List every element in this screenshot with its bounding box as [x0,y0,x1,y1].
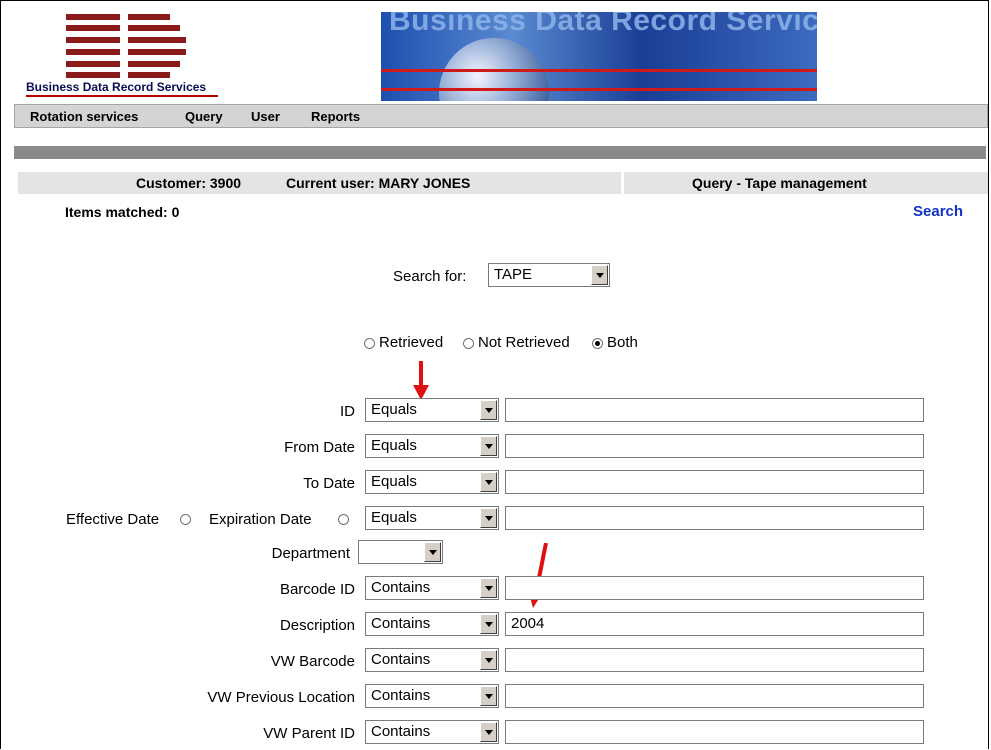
logo-underline [26,95,218,97]
dropdown-arrow-icon[interactable] [480,578,497,598]
barcode-id-input[interactable] [505,576,924,600]
id-operator-select[interactable]: Equals [365,398,499,422]
vw-parent-id-operator-value: Contains [371,723,431,740]
date-type-operator-select[interactable]: Equals [365,506,499,530]
dropdown-arrow-icon[interactable] [480,650,497,670]
to-date-operator-select[interactable]: Equals [365,470,499,494]
barcode-id-operator-select[interactable]: Contains [365,576,499,600]
dropdown-arrow-icon[interactable] [424,542,441,562]
both-label: Both [607,334,638,351]
effective-date-label: Effective Date [66,511,160,528]
vw-previous-location-input[interactable] [505,684,924,708]
dropdown-arrow-icon[interactable] [480,686,497,706]
vw-barcode-input[interactable] [505,648,924,672]
banner-stripe [381,69,817,72]
date-type-input[interactable] [505,506,924,530]
user-info-bar: Customer: 3900 Current user: MARY JONES [18,172,621,194]
retrieved-radio[interactable] [364,338,375,349]
dropdown-arrow-icon[interactable] [591,265,608,285]
retrieved-label: Retrieved [379,334,444,351]
search-for-label: Search for: [393,268,467,285]
vw-parent-id-input[interactable] [505,720,924,744]
main-nav: Rotation services Query User Reports [14,104,988,128]
vw-parent-id-operator-select[interactable]: Contains [365,720,499,744]
not-retrieved-label: Not Retrieved [478,334,570,351]
vw-barcode-operator-value: Contains [371,651,431,668]
description-operator-value: Contains [371,615,431,632]
id-input[interactable] [505,398,924,422]
banner-title: Business Data Record Services [389,12,817,37]
search-for-value: TAPE [494,266,533,283]
description-input-value: 2004 [511,615,545,632]
dropdown-arrow-icon[interactable] [480,436,497,456]
department-label: Department [271,545,350,562]
barcode-id-label: Barcode ID [279,581,355,598]
id-operator-value: Equals [371,401,417,418]
from-date-operator-value: Equals [371,437,417,454]
customer-label: Customer: 3900 [136,175,242,191]
dropdown-arrow-icon[interactable] [480,400,497,420]
items-matched: Items matched: 0 [65,204,180,220]
description-operator-select[interactable]: Contains [365,612,499,636]
company-logo: Business Data Record Services [24,14,220,98]
nav-rotation-services[interactable]: Rotation services [30,109,138,124]
to-date-label: To Date [303,475,355,492]
from-date-operator-select[interactable]: Equals [365,434,499,458]
search-for-select[interactable]: TAPE [488,263,610,287]
vw-barcode-operator-select[interactable]: Contains [365,648,499,672]
search-link[interactable]: Search [913,203,963,220]
department-select[interactable] [358,540,443,564]
page-title-bar: Query - Tape management [624,172,988,194]
effective-date-radio[interactable] [180,514,191,525]
dropdown-arrow-icon[interactable] [480,472,497,492]
vw-previous-location-operator-value: Contains [371,687,431,704]
banner-stripe [381,88,817,91]
nav-reports[interactable]: Reports [311,109,360,124]
expiration-date-radio[interactable] [338,514,349,525]
red-arrow-icon [413,361,429,400]
description-input[interactable]: 2004 [505,612,924,636]
header-banner: Business Data Record Services [381,12,817,101]
date-type-operator-value: Equals [371,509,417,526]
both-radio[interactable] [592,338,603,349]
dropdown-arrow-icon[interactable] [480,614,497,634]
vw-parent-id-label: VW Parent ID [263,725,355,742]
from-date-input[interactable] [505,434,924,458]
separator-bar [14,146,986,159]
vw-barcode-label: VW Barcode [270,653,355,670]
dropdown-arrow-icon[interactable] [480,722,497,742]
to-date-operator-value: Equals [371,473,417,490]
logo-text: Business Data Record Services [26,80,207,94]
barcode-id-operator-value: Contains [371,579,431,596]
dropdown-arrow-icon[interactable] [480,508,497,528]
vw-previous-location-label: VW Previous Location [207,689,355,706]
current-user-label: Current user: MARY JONES [286,175,471,191]
nav-query[interactable]: Query [185,109,223,124]
not-retrieved-radio[interactable] [463,338,474,349]
description-label: Description [279,617,355,634]
vw-previous-location-operator-select[interactable]: Contains [365,684,499,708]
to-date-input[interactable] [505,470,924,494]
expiration-date-label: Expiration Date [209,511,312,528]
page-title: Query - Tape management [692,175,867,191]
nav-user[interactable]: User [251,109,280,124]
from-date-label: From Date [284,439,355,456]
id-label: ID [340,403,355,420]
bdrs-logo-icon [66,14,186,78]
